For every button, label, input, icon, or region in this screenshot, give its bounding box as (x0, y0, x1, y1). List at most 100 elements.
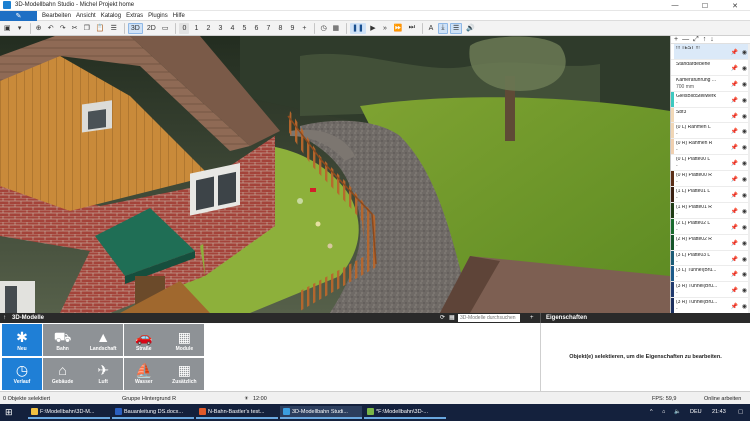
eye-icon[interactable]: ◉ (742, 176, 747, 183)
eye-icon[interactable]: ◉ (742, 271, 747, 278)
tile-bahn[interactable]: ⛟ Bahn (42, 324, 83, 356)
add-camera-button[interactable]: + (299, 23, 309, 34)
crosshair-icon[interactable]: ⊕ (34, 23, 44, 34)
eye-icon[interactable]: ◉ (742, 256, 747, 263)
tile-module[interactable]: ▦ Module (164, 324, 205, 356)
view-2d-button[interactable]: 2D (145, 23, 158, 34)
taskbar-task[interactable]: 3D-Modellbahn Studi... (280, 406, 362, 419)
move-up-icon[interactable]: ↑ (703, 36, 707, 43)
move-down-icon[interactable]: ↓ (710, 36, 714, 43)
remove-layer-icon[interactable]: — (682, 36, 689, 43)
pin-icon[interactable]: 📌 (731, 271, 738, 278)
pin-icon[interactable]: 📌 (731, 65, 738, 72)
camera-9-button[interactable]: 9 (287, 23, 297, 34)
layer-item[interactable]: (0 R) Platte00 R - 📌 ◉ (671, 171, 750, 188)
layer-item[interactable]: !!! TEST !!! 📌 ◉ (671, 44, 750, 60)
view-top-icon[interactable]: ▭ (160, 23, 171, 34)
eye-icon[interactable]: ◉ (742, 287, 747, 294)
maximize-button[interactable]: ☐ (690, 0, 720, 11)
pin-icon[interactable]: 📌 (731, 49, 738, 56)
menu-hilfe[interactable]: Hilfe (173, 13, 185, 19)
pin-icon[interactable]: 📌 (731, 81, 738, 88)
layer-item[interactable]: (2 L) Platte02 L - 📌 ◉ (671, 218, 750, 235)
menu-ansicht[interactable]: Ansicht (76, 13, 96, 19)
layer-item[interactable]: (3 L) Platte03 L - 📌 ◉ (671, 250, 750, 267)
layer-item[interactable]: GleisBildStellwerk - 📌 ◉ (671, 91, 750, 108)
pin-icon[interactable]: 📌 (731, 192, 738, 199)
tile-verlauf[interactable]: ◷ Verlauf (2, 357, 42, 390)
notification-icon[interactable]: ▢ (738, 409, 743, 415)
3d-viewport[interactable] (0, 36, 670, 313)
layer-item[interactable]: Sbf3 📌 ◉ (671, 107, 750, 124)
pin-icon[interactable]: 📌 (731, 160, 738, 167)
paste-icon[interactable]: 📋 (94, 23, 107, 34)
collapse-arrow-icon[interactable]: ↑ (3, 313, 6, 323)
layer-item[interactable]: (3 L) Tunnel(Brü... - 📌 ◉ (671, 266, 750, 283)
layer-item[interactable]: (1 R) Platte01 R - 📌 ◉ (671, 202, 750, 219)
taskbar-task[interactable]: Bauanleitung DS.docx... (112, 406, 194, 419)
calendar-icon[interactable]: ▦ (331, 23, 342, 34)
eye-icon[interactable]: ◉ (742, 128, 747, 135)
layers-icon[interactable]: ☰ (109, 23, 119, 34)
copy-icon[interactable]: ❐ (82, 23, 92, 34)
eye-icon[interactable]: ◉ (742, 144, 747, 151)
language-indicator[interactable]: DEU (690, 409, 702, 415)
windows-start-icon[interactable]: ⊞ (5, 407, 13, 418)
camera-5-button[interactable]: 5 (239, 23, 249, 34)
taskbar-task[interactable]: *F:\Modellbahn\3D-... (364, 406, 446, 419)
eye-icon[interactable]: ◉ (742, 240, 747, 247)
eye-icon[interactable]: ◉ (742, 303, 747, 310)
volume-icon[interactable]: 🔈 (674, 409, 681, 415)
tile-wasser[interactable]: ⛵ Wasser (123, 357, 164, 390)
menu-bearbeiten[interactable]: Bearbeiten (42, 13, 71, 19)
layer-item[interactable]: Kameraführung ... 700 mm 📌 ◉ (671, 75, 750, 92)
dropdown-chevron-icon[interactable]: ▾ (15, 23, 25, 34)
camera-3-button[interactable]: 3 (215, 23, 225, 34)
clock-icon[interactable]: ◷ (318, 23, 328, 34)
layer-item[interactable]: (0 R) Rahmen R - 📌 ◉ (671, 139, 750, 156)
camera-7-button[interactable]: 7 (263, 23, 273, 34)
cut-icon[interactable]: ✂ (70, 23, 80, 34)
models-search-input[interactable] (458, 314, 520, 322)
pin-icon[interactable]: 📌 (731, 128, 738, 135)
tile-neu[interactable]: ✱ Neu (2, 324, 42, 356)
expand-icon[interactable]: ⤢ (693, 36, 699, 44)
tile-straße[interactable]: 🚗 Straße (123, 324, 164, 356)
add-icon[interactable]: + (530, 313, 534, 323)
download-icon[interactable]: ⤓ (437, 22, 448, 34)
eye-icon[interactable]: ◉ (742, 160, 747, 167)
camera-6-button[interactable]: 6 (251, 23, 261, 34)
layer-item[interactable]: (2 R) Platte02 R - 📌 ◉ (671, 234, 750, 251)
filter-icon[interactable]: ▦ (449, 313, 455, 323)
menu-plugins[interactable]: Plugins (148, 13, 168, 19)
pin-icon[interactable]: 📌 (731, 224, 738, 231)
play-icon[interactable]: ▶ (368, 23, 378, 34)
eye-icon[interactable]: ◉ (742, 49, 747, 56)
text-size-icon[interactable]: A (426, 23, 436, 34)
layer-item[interactable]: Standardebene 📌 ◉ (671, 59, 750, 76)
layer-item[interactable]: (3 R) Tunnel(Brü... - 📌 ◉ (671, 298, 750, 313)
pin-icon[interactable]: 📌 (731, 240, 738, 247)
tile-luft[interactable]: ✈ Luft (83, 357, 124, 390)
eye-icon[interactable]: ◉ (742, 224, 747, 231)
menu-katalog[interactable]: Katalog (101, 13, 121, 19)
pause-icon[interactable]: ❚❚ (350, 22, 366, 34)
pin-icon[interactable]: 📌 (731, 97, 738, 104)
minimize-button[interactable]: — (660, 0, 690, 11)
pin-icon[interactable]: 📌 (731, 256, 738, 263)
close-button[interactable]: ✕ (720, 0, 750, 11)
camera-1-button[interactable]: 1 (191, 23, 201, 34)
layer-item[interactable]: (0 L) Platte00 L - 📌 ◉ (671, 155, 750, 172)
layer-item[interactable]: (1 L) Platte01 L - 📌 ◉ (671, 187, 750, 203)
refresh-icon[interactable]: ⟳ (440, 313, 445, 323)
skip-end-icon[interactable]: ⏭ (407, 23, 417, 34)
eye-icon[interactable]: ◉ (742, 65, 747, 72)
view-3d-button[interactable]: 3D (127, 22, 143, 34)
faster-icon[interactable]: ⏩ (392, 23, 405, 34)
taskbar-task[interactable]: N-Bahn-Bastler's test... (196, 406, 278, 419)
pin-icon[interactable]: 📌 (731, 303, 738, 310)
camera-2-button[interactable]: 2 (203, 23, 213, 34)
taskbar-task[interactable]: F:\Modellbahn\3D-M... (28, 406, 110, 419)
camera-4-button[interactable]: 4 (227, 23, 237, 34)
layer-item[interactable]: (3 R) Tunnel(Brü... - 📌 ◉ (671, 282, 750, 299)
